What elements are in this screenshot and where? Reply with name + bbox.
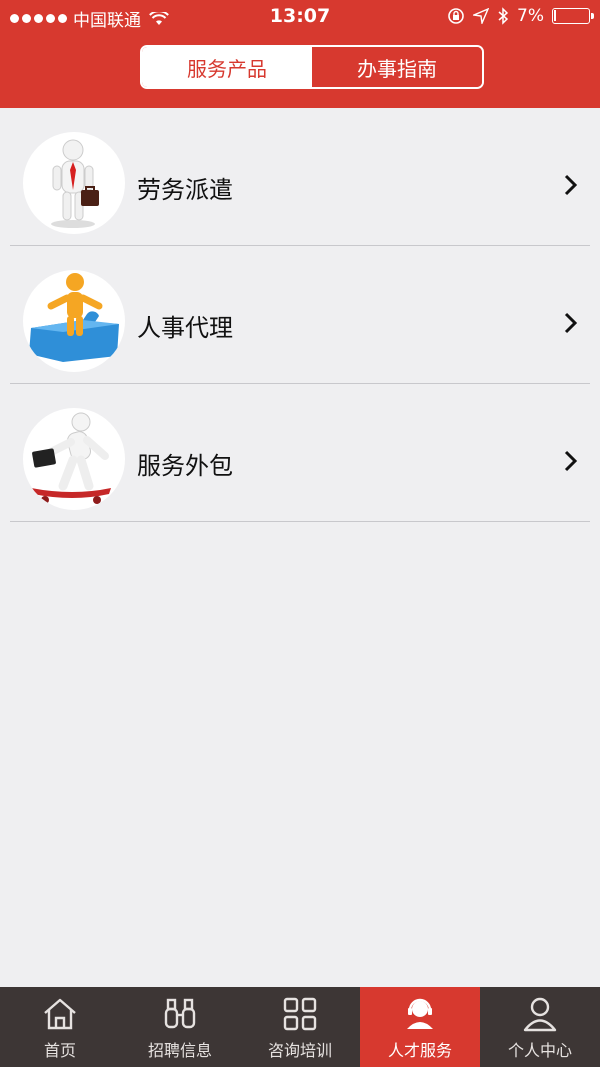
list-item-hr-agency[interactable]: 人事代理	[0, 246, 600, 384]
tab-service-guide[interactable]: 办事指南	[312, 47, 482, 87]
battery-fill	[554, 10, 556, 21]
bluetooth-icon	[498, 7, 509, 25]
status-bar: 中国联通 13:07 7%	[0, 0, 600, 34]
tab-label: 个人中心	[507, 1041, 572, 1060]
user-icon	[523, 997, 557, 1032]
tab-label: 人才服务	[387, 1041, 452, 1060]
tab-service-products[interactable]: 服务产品	[142, 47, 312, 87]
list-item-labor-dispatch[interactable]: 劳务派遣	[0, 108, 600, 246]
tab-label: 首页	[43, 1041, 76, 1060]
tab-home[interactable]: 首页	[0, 987, 120, 1067]
service-list: 劳务派遣 人事代理 服务外包	[0, 108, 600, 522]
grid-icon	[283, 997, 317, 1031]
segmented-control: 服务产品 办事指南	[140, 45, 484, 89]
status-right: 7%	[447, 6, 594, 26]
location-arrow-icon	[473, 8, 490, 24]
list-item-label: 人事代理	[137, 314, 233, 342]
businessman-with-briefcase-icon	[23, 132, 125, 234]
header: 中国联通 13:07 7% 服务产品 办事指南	[0, 0, 600, 108]
chevron-right-icon	[564, 312, 578, 334]
binoculars-icon	[164, 998, 196, 1029]
chevron-right-icon	[564, 450, 578, 472]
figure-on-puzzle-piece-icon	[23, 270, 125, 372]
list-item-label: 服务外包	[137, 452, 233, 480]
list-item-label: 劳务派遣	[137, 176, 233, 204]
tab-consulting[interactable]: 咨询培训	[240, 987, 360, 1067]
list-item-outsourcing[interactable]: 服务外包	[0, 384, 600, 522]
tab-recruitment[interactable]: 招聘信息	[120, 987, 240, 1067]
battery-icon	[552, 8, 594, 24]
tab-label: 咨询培训	[267, 1041, 332, 1060]
home-icon	[44, 998, 76, 1030]
rotation-lock-icon	[448, 8, 464, 24]
bottom-tab-bar: 首页 招聘信息 咨询培训 人才服务 个人中心	[0, 987, 600, 1067]
tab-personal-center[interactable]: 个人中心	[480, 987, 600, 1067]
figure-on-skateboard-icon	[23, 408, 125, 510]
chevron-right-icon	[564, 174, 578, 196]
headset-person-icon	[407, 998, 433, 1029]
battery-percent: 7%	[517, 6, 544, 26]
tab-label: 招聘信息	[147, 1041, 212, 1060]
tab-talent-service[interactable]: 人才服务	[360, 987, 480, 1067]
